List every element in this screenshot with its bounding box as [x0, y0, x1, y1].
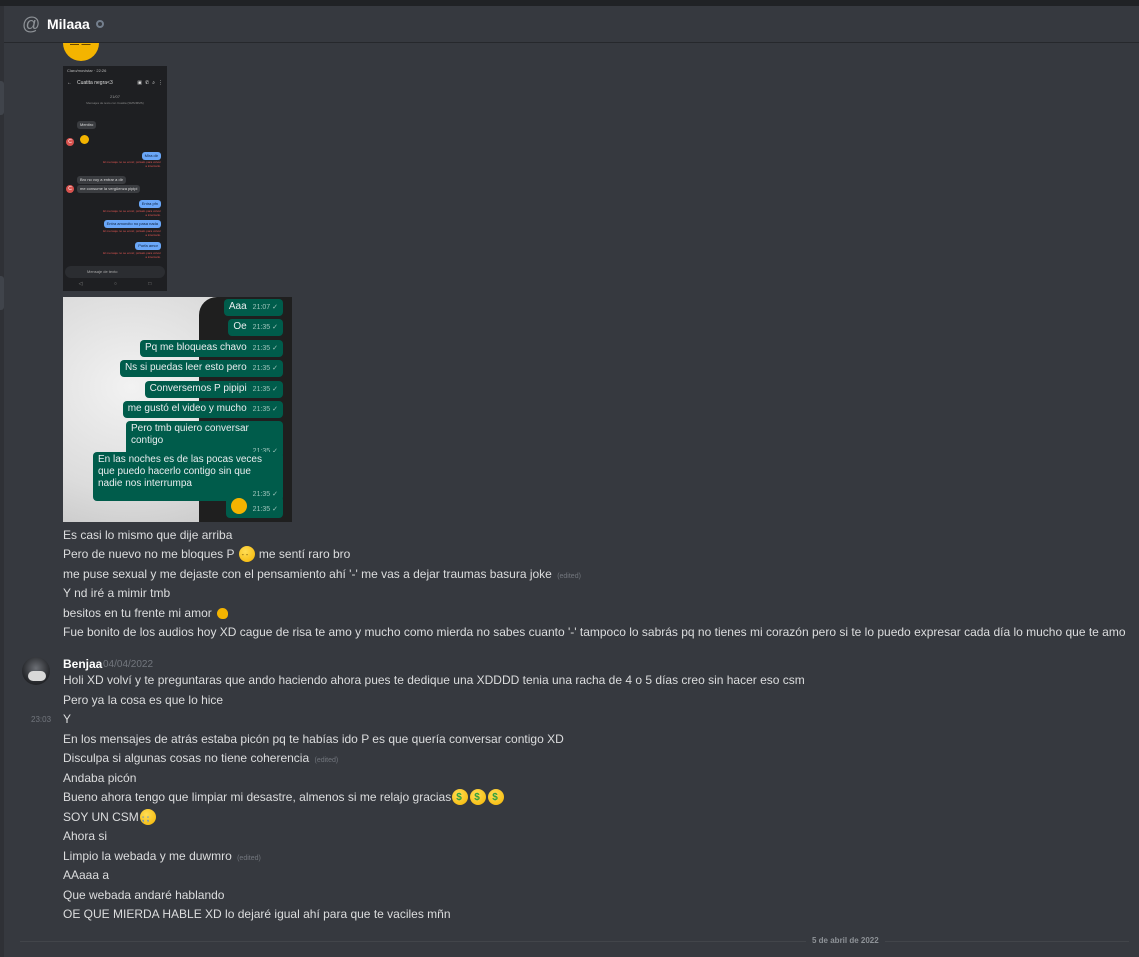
relieved-emoji-icon	[230, 498, 247, 514]
phone-status-bar: Claro/movistar · 22:26	[67, 68, 107, 73]
contact-avatar: C	[66, 138, 74, 146]
channel-name[interactable]: Milaaa	[47, 16, 90, 32]
chat-bubble: En las noches es de las pocas veces que …	[93, 452, 283, 501]
message-text: Andaba picón	[63, 771, 137, 785]
message-text: Limpio la webada y me duwmro (edited)	[63, 849, 261, 863]
chat-bubble: me gustó el video y mucho 21:35 ✓	[122, 401, 283, 418]
phone-message: Entra amorcito no pasa nada	[103, 220, 161, 228]
recents-square-icon: □	[148, 281, 152, 287]
at-icon: @	[22, 14, 41, 34]
phone-message: Porfa amor	[135, 242, 161, 250]
chat-bubble: Ns si puedas leer esto pero 21:35 ✓	[119, 360, 283, 377]
username[interactable]: Benjaa	[63, 657, 102, 671]
phone-message: Mentiro	[77, 121, 97, 129]
chat-bubble: Pq me bloqueas chavo 21:35 ✓	[139, 340, 283, 357]
phone-input: Mensaje de texto	[65, 266, 165, 278]
sunglasses-emoji-icon	[63, 43, 99, 61]
phone-message: Mira dir	[141, 152, 161, 160]
phone-error-text: El mensaje no se envió; púlsalo para vol…	[103, 160, 161, 168]
message-text: besitos en tu frente mi amor	[63, 605, 231, 621]
phone-notice: Mensajes de texto con Cuatita (SMS/MMS)	[86, 101, 144, 105]
message-text: Ahora si	[63, 829, 108, 843]
phone-error-text: El mensaje no se envió; púlsalo para vol…	[103, 229, 161, 237]
contact-avatar: C	[66, 185, 74, 193]
money-mouth-emoji-icon	[488, 789, 505, 806]
emoji-icon	[80, 135, 89, 144]
phone-message: Bro no voy a entrar a dir	[77, 176, 126, 184]
message-list[interactable]: Claro/movistar · 22:26 ← Cuatita negra<3…	[0, 43, 1139, 957]
message-text: Y	[63, 712, 72, 726]
message-text: Es casi lo mismo que dije arriba	[63, 528, 233, 542]
message-text: Que webada andaré hablando	[63, 888, 225, 902]
message-text: Pero ya la cosa es que lo hice	[63, 693, 224, 707]
chat-bubble: Aaa 21:07 ✓	[223, 299, 283, 316]
date-divider-label: 5 de abril de 2022	[806, 936, 885, 945]
message-text: Disculpa si algunas cosas no tiene coher…	[63, 751, 339, 765]
phone-error-text: El mensaje no se envió; púlsalo para vol…	[103, 209, 161, 217]
back-arrow-icon: ←	[67, 80, 72, 86]
chat-bubble: 21:35 ✓	[225, 496, 283, 518]
whatsapp-screenshot-attachment[interactable]: Aaa 21:07 ✓ Oe 21:35 ✓ Pq me bloqueas chav…	[63, 297, 292, 522]
offline-status-icon	[95, 20, 104, 28]
search-icon: ⌕	[152, 80, 155, 86]
money-mouth-emoji-icon	[452, 789, 469, 806]
back-triangle-icon: ◁	[78, 281, 83, 287]
sms-screenshot-attachment[interactable]: Claro/movistar · 22:26 ← Cuatita negra<3…	[63, 66, 167, 291]
message-text: OE QUE MIERDA HABLE XD lo dejaré igual a…	[63, 907, 451, 921]
message-text: Bueno ahora tengo que limpiar mi desastr…	[63, 789, 505, 806]
edited-tag: (edited)	[557, 573, 581, 580]
edited-tag: (edited)	[314, 757, 339, 764]
phone-conversation-header: ← Cuatita negra<3 ▣ ✆ ⌕ ⋮	[63, 76, 167, 90]
edited-tag: (edited)	[237, 855, 261, 862]
phone-icon: ✆	[144, 80, 150, 86]
message-text: SOY UN CSM	[63, 809, 157, 827]
crying-emoji-icon	[139, 809, 156, 827]
chat-bubble: Oe 21:35 ✓	[228, 319, 283, 336]
relieved-emoji-icon	[238, 546, 255, 564]
phone-message: Entra pfn	[138, 200, 161, 208]
message-text: AAaaa a	[63, 868, 110, 882]
phone-error-text: El mensaje no se envió; púlsalo para vol…	[103, 251, 161, 259]
flexed-biceps-emoji-icon	[215, 605, 231, 621]
avatar[interactable]	[22, 657, 50, 685]
message-text: Y nd iré a mimir tmb	[63, 586, 171, 600]
message-text: me puse sexual y me dejaste con el pensa…	[63, 567, 581, 581]
more-icon: ⋮	[158, 80, 163, 86]
message-text: Pero de nuevo no me bloques P me sentí r…	[63, 546, 350, 564]
phone-date: 21/07	[109, 94, 120, 99]
channel-header: @ Milaaa	[4, 6, 1139, 43]
hover-timestamp: 23:03	[31, 715, 52, 724]
phone-nav-bar: ◁ ○ □	[63, 281, 167, 291]
message-text: Fue bonito de los audios hoy XD cague de…	[63, 625, 1126, 639]
video-icon: ▣	[137, 80, 142, 86]
phone-contact-name: Cuatita negra<3	[77, 80, 113, 86]
money-mouth-emoji-icon	[470, 789, 487, 806]
message-timestamp: 04/04/2022	[103, 659, 154, 670]
phone-message: me consume la vergüenza pipipi	[77, 185, 141, 193]
home-circle-icon: ○	[113, 281, 117, 287]
date-divider	[20, 941, 1129, 942]
chat-bubble: Conversemos P pipipi 21:35 ✓	[144, 381, 283, 398]
message-text: Holi XD volví y te preguntaras que ando …	[63, 673, 805, 687]
message-text: En los mensajes de atrás estaba picón pq…	[63, 732, 564, 746]
